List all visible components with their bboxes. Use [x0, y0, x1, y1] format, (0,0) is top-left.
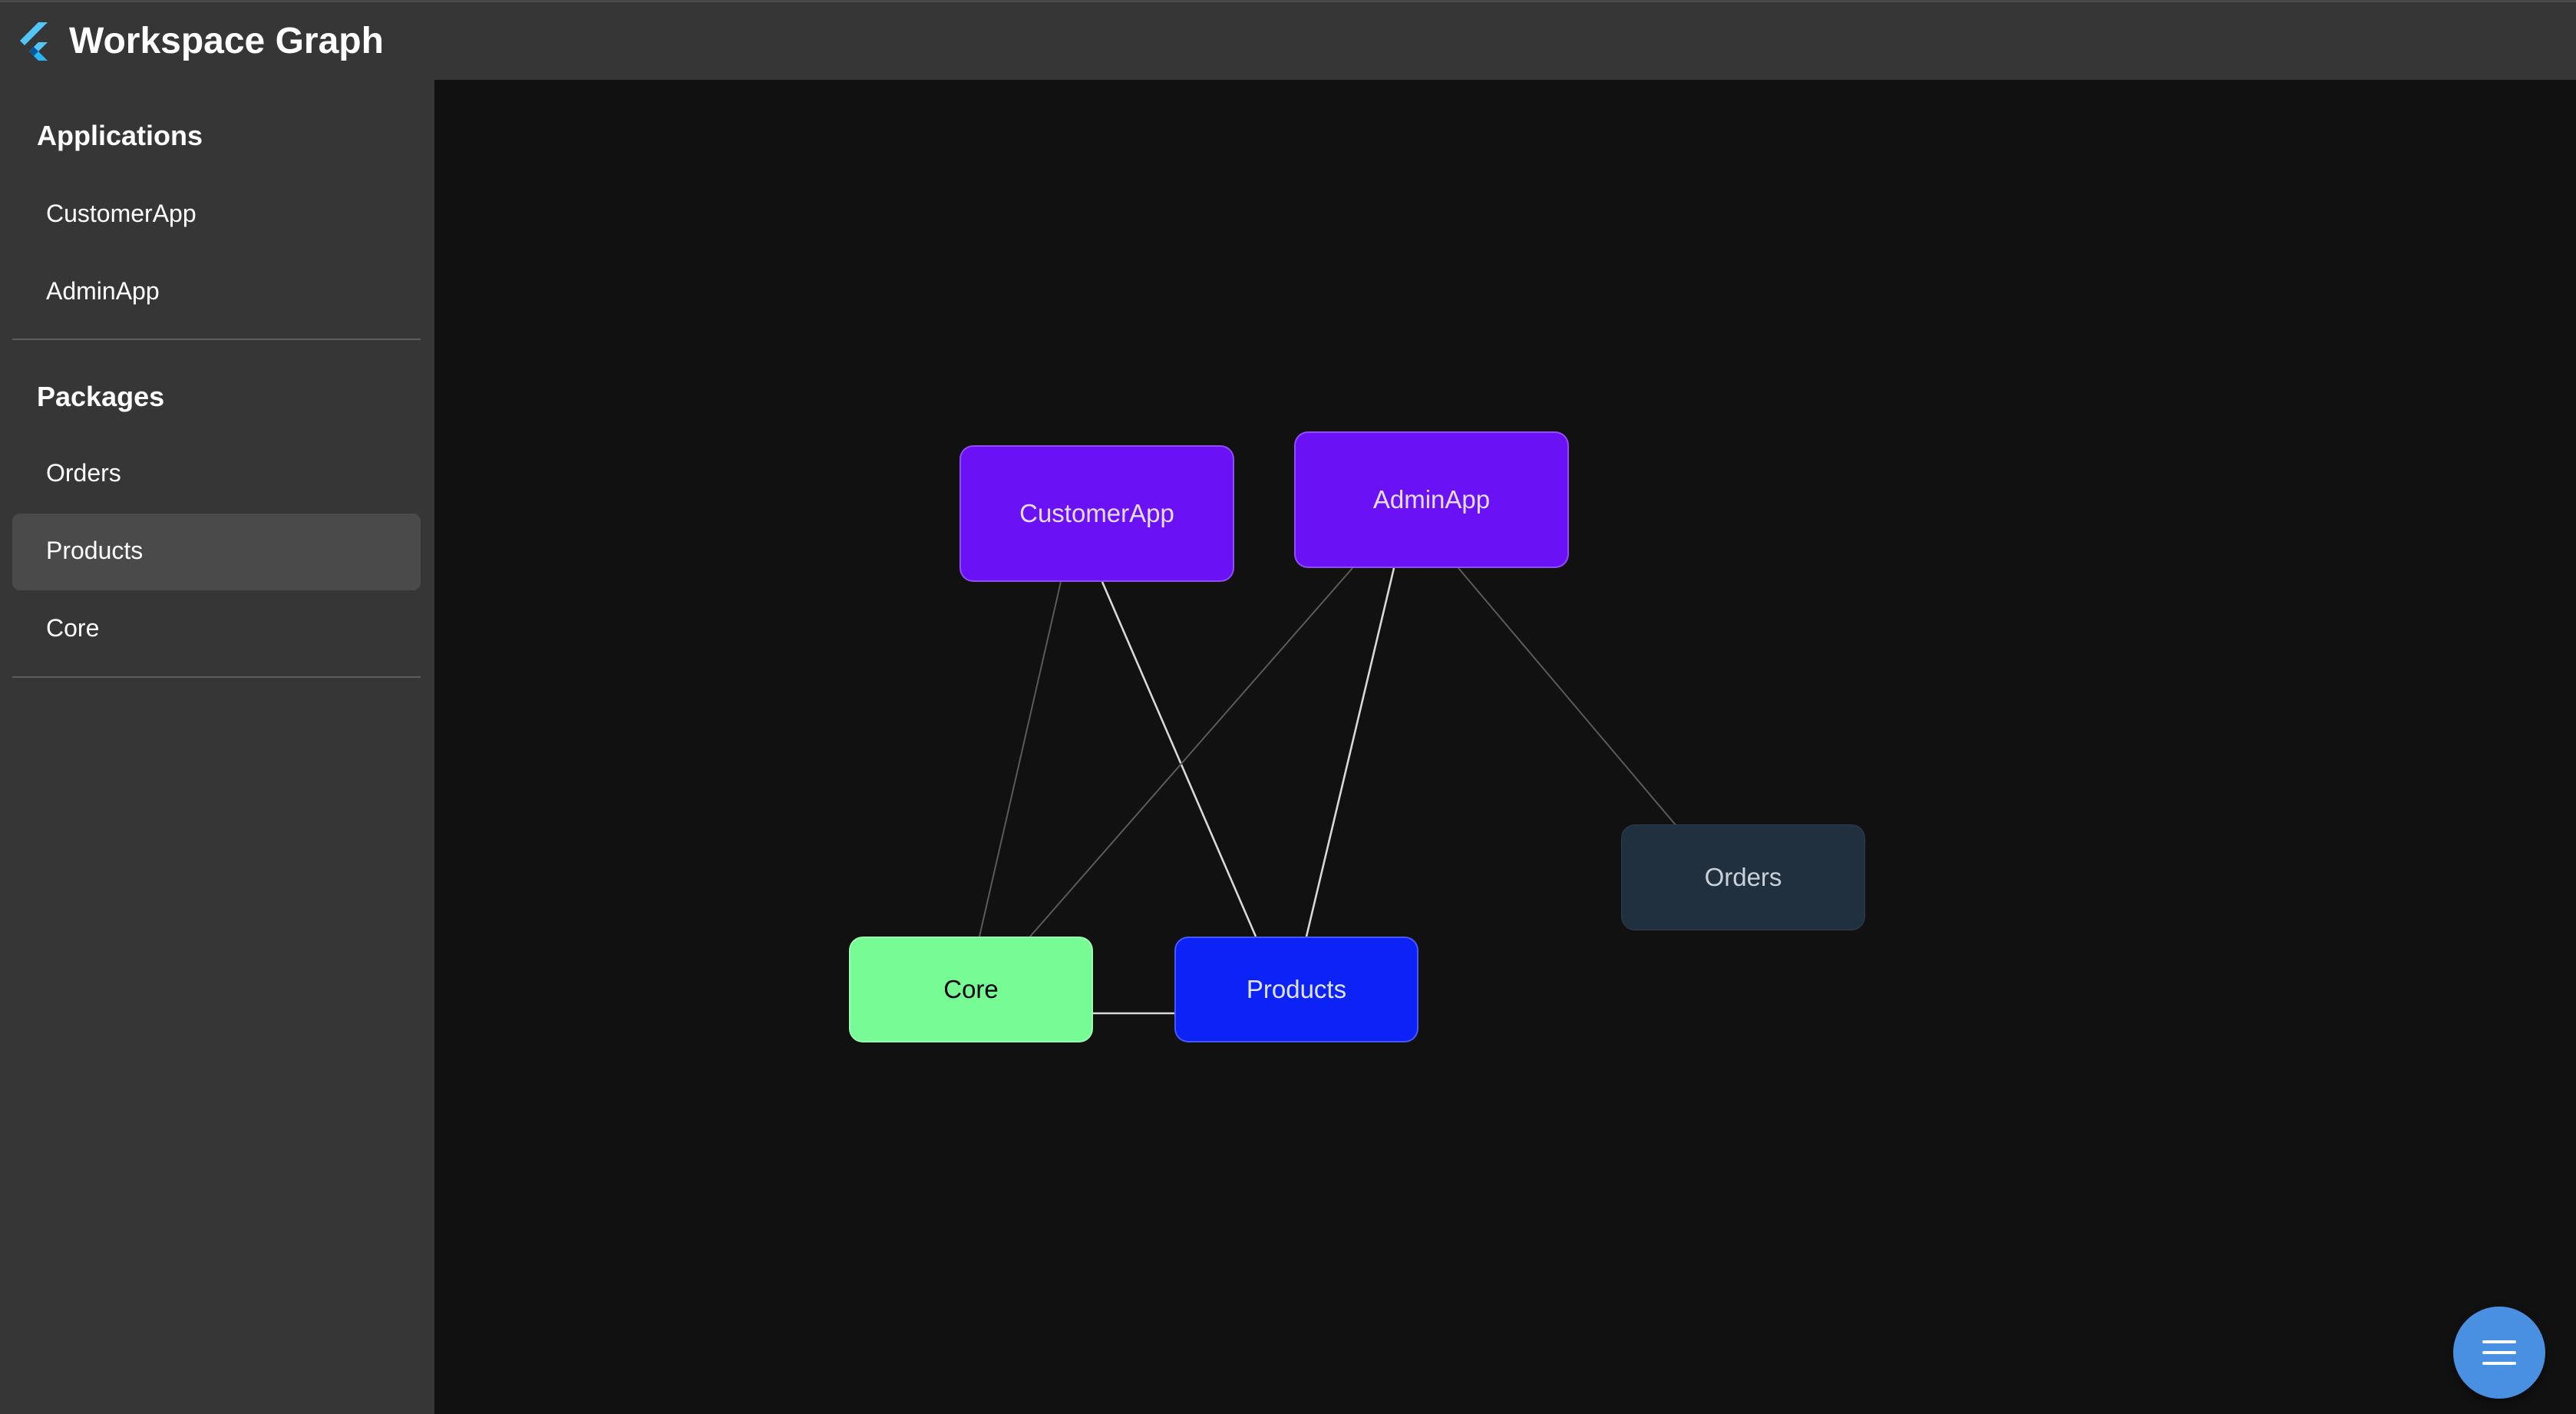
app-bar: Workspace Graph	[0, 0, 2576, 80]
graph-node-customerapp[interactable]: CustomerApp	[959, 445, 1234, 582]
graph-node-adminapp[interactable]: AdminApp	[1294, 431, 1569, 568]
sidebar-item-adminapp[interactable]: AdminApp	[12, 254, 421, 331]
sidebar-item-label: AdminApp	[46, 277, 160, 305]
sidebar-item-products[interactable]: Products	[12, 514, 421, 590]
graph-edges	[979, 567, 1745, 1015]
sidebar-item-customerapp[interactable]: CustomerApp	[12, 177, 421, 253]
graph-node-label: Orders	[1704, 863, 1782, 891]
graph-node-core[interactable]: Core	[849, 937, 1093, 1042]
graph-node-label: CustomerApp	[1019, 499, 1174, 527]
menu-icon	[2482, 1340, 2516, 1365]
flutter-logo-icon	[20, 22, 48, 61]
sidebar-item-core[interactable]: Core	[12, 591, 421, 668]
edge-customerapp-core	[979, 581, 1062, 937]
app-title: Workspace Graph	[69, 21, 384, 61]
section-heading-packages: Packages	[37, 381, 165, 412]
edge-adminapp-core	[1029, 567, 1353, 937]
menu-fab-button[interactable]	[2453, 1307, 2545, 1399]
graph-node-label: Core	[943, 975, 999, 1003]
sidebar-item-label: Products	[46, 537, 144, 564]
sidebar-item-label: Orders	[46, 459, 121, 487]
graph-node-label: AdminApp	[1372, 485, 1491, 514]
sidebar-item-orders[interactable]: Orders	[12, 436, 421, 513]
edge-adminapp-products	[1305, 567, 1395, 937]
section-divider	[12, 676, 421, 678]
sidebar-item-label: CustomerApp	[46, 200, 197, 227]
graph-node-products[interactable]: Products	[1174, 937, 1418, 1042]
graph-node-orders[interactable]: Orders	[1621, 824, 1865, 930]
edge-customerapp-products	[1101, 581, 1257, 937]
sidebar: Applications CustomerApp AdminApp Packag…	[0, 80, 434, 1414]
section-heading-applications: Applications	[37, 120, 203, 151]
section-divider	[12, 339, 421, 340]
graph-node-label: Products	[1246, 975, 1347, 1003]
sidebar-item-label: Core	[46, 614, 100, 642]
app-window: Workspace Graph Applications CustomerApp…	[0, 0, 2576, 1414]
graph-canvas[interactable]: CustomerApp AdminApp Orders Core Products	[434, 80, 2576, 1414]
